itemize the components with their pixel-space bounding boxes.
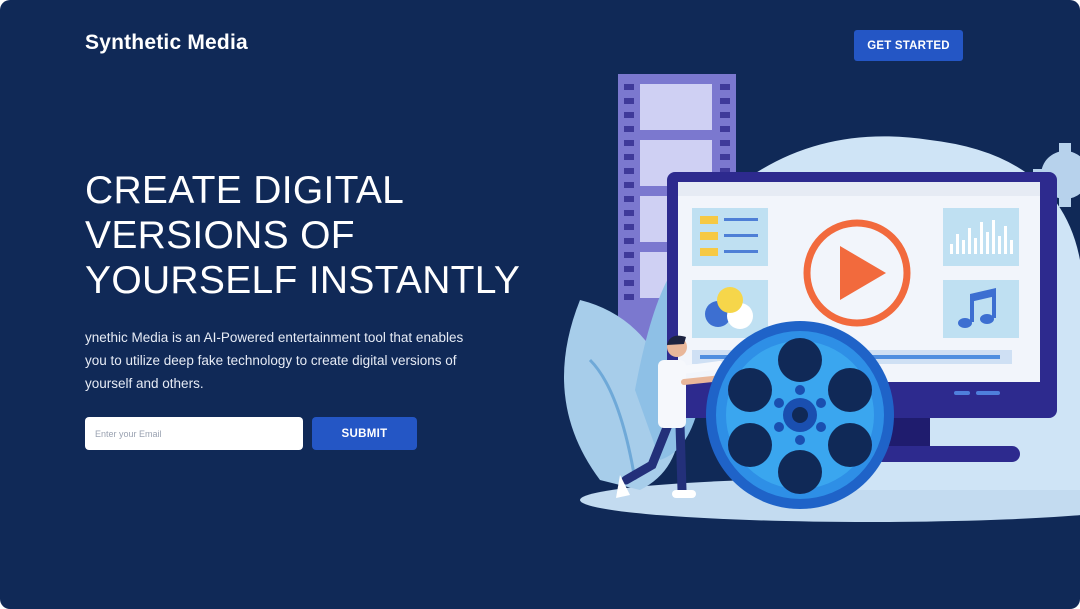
landing-page: Synthetic Media GET STARTED CREATE DIGIT… [0,0,1080,609]
get-started-button[interactable]: GET STARTED [854,30,963,61]
headline-line-1: CREATE DIGITAL [85,169,405,212]
hero-illustration [564,74,1080,522]
film-reel-icon [706,321,894,509]
submit-button[interactable]: SUBMIT [312,417,417,450]
hero-description: ynethic Media is an AI-Powered entertain… [85,330,464,391]
headline-line-3: YOURSELF INSTANTLY [85,259,521,302]
brand-logo-text[interactable]: Synthetic Media [85,31,248,55]
hero-headline: CREATE DIGITAL VERSIONS OF YOURSELF INST… [85,168,555,303]
headline-line-2: VERSIONS OF [85,214,355,257]
email-input[interactable] [85,417,303,450]
